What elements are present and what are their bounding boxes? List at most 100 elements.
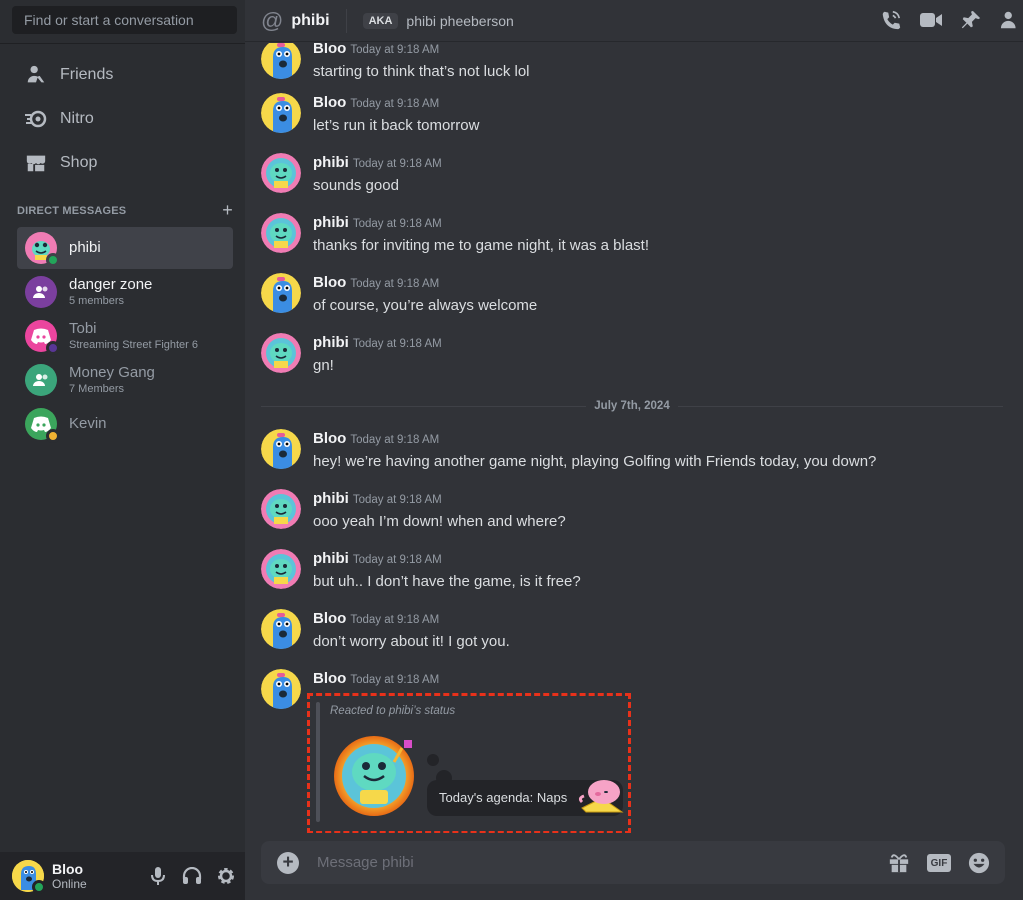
- shop-icon: [24, 151, 48, 175]
- avatar[interactable]: [261, 549, 301, 589]
- avatar[interactable]: [261, 489, 301, 529]
- phibi-status-avatar[interactable]: [332, 728, 422, 818]
- nav-shop[interactable]: Shop: [16, 142, 233, 184]
- message-content: let’s run it back tomorrow: [313, 116, 480, 134]
- app-window: Find or start a conversation Friends Nit…: [0, 0, 1023, 900]
- avatar[interactable]: [261, 609, 301, 649]
- aka-badge: AKA: [362, 12, 399, 29]
- message-input[interactable]: Message phibi: [317, 854, 414, 871]
- channel-name: phibi: [291, 11, 330, 29]
- message-content: sounds good: [313, 176, 399, 194]
- message-author[interactable]: Bloo: [313, 670, 346, 687]
- message-timestamp: Today at 9:18 AM: [350, 674, 440, 686]
- reaction-label: Reacted to phibi’s status: [330, 705, 456, 717]
- upload-plus-icon[interactable]: +: [277, 851, 299, 874]
- message-author[interactable]: Bloo: [313, 610, 346, 627]
- dm-subtitle: 5 members: [69, 295, 125, 308]
- custom-status-text: Today's agenda: Naps: [439, 790, 568, 805]
- message-content: but uh.. I don’t have the game, is it fr…: [313, 572, 581, 590]
- avatar[interactable]: [261, 273, 301, 313]
- message-row[interactable]: Bloo Today at 9:18 AM hey! we’re having an…: [261, 429, 876, 471]
- microphone-icon[interactable]: [147, 865, 169, 887]
- online-status-dot: [32, 880, 46, 894]
- avatar[interactable]: [261, 669, 301, 709]
- message-content: don’t worry about it! I got you.: [313, 632, 510, 650]
- message-author[interactable]: Bloo: [313, 94, 346, 111]
- message-timestamp: Today at 9:18 AM: [352, 218, 442, 230]
- emoji-smile-icon[interactable]: [967, 851, 991, 875]
- headphones-icon[interactable]: [181, 865, 203, 887]
- video-call-icon[interactable]: [919, 8, 943, 32]
- group-avatar: [25, 276, 57, 308]
- nav-friends[interactable]: Friends: [16, 54, 233, 96]
- reply-bar: [316, 702, 320, 822]
- message-author[interactable]: phibi: [313, 154, 349, 171]
- avatar[interactable]: [261, 213, 301, 253]
- message-author[interactable]: Bloo: [313, 430, 346, 447]
- message-timestamp: Today at 9:18 AM: [350, 44, 440, 56]
- message-row[interactable]: phibi Today at 9:18 AM gn!: [261, 333, 442, 375]
- avatar[interactable]: [261, 43, 301, 79]
- pin-icon[interactable]: [959, 8, 983, 32]
- avatar: [25, 408, 60, 443]
- user-status: Online: [52, 877, 87, 891]
- message-author[interactable]: phibi: [313, 550, 349, 567]
- message-row[interactable]: phibi Today at 9:18 AM sounds good: [261, 153, 442, 195]
- message-content: gn!: [313, 356, 334, 374]
- message-row[interactable]: Bloo Today at 9:18 AM starting to think th…: [261, 43, 530, 81]
- channel-header: @ phibi AKA phibi pheeberson: [245, 0, 1023, 42]
- aka-name: phibi pheeberson: [406, 12, 514, 29]
- user-avatar[interactable]: [12, 860, 46, 894]
- message-timestamp: Today at 9:18 AM: [352, 494, 442, 506]
- dm-name: danger zone: [69, 276, 153, 294]
- dm-name: Tobi: [69, 320, 97, 338]
- dm-item-tobi[interactable]: Tobi Streaming Street Fighter 6: [17, 315, 233, 357]
- message-timestamp: Today at 9:18 AM: [352, 554, 442, 566]
- message-content: thanks for inviting me to game night, it…: [313, 236, 649, 254]
- dm-item-danger-zone[interactable]: danger zone 5 members: [17, 271, 233, 313]
- avatar[interactable]: [261, 153, 301, 193]
- kirby-emoji-icon: [576, 774, 628, 816]
- dm-section-header: DIRECT MESSAGES +: [17, 200, 233, 221]
- gift-icon[interactable]: [887, 851, 911, 875]
- message-content: starting to think that’s not luck lol: [313, 62, 530, 80]
- message-row[interactable]: Bloo Today at 9:18 AM of course, you’re al…: [261, 273, 537, 315]
- message-author[interactable]: phibi: [313, 214, 349, 231]
- message-author[interactable]: phibi: [313, 490, 349, 507]
- thought-bubble-dot: [427, 754, 439, 766]
- dm-item-money-gang[interactable]: Money Gang 7 Members: [17, 359, 233, 401]
- create-dm-plus-icon[interactable]: +: [222, 200, 233, 221]
- search-bar-container: Find or start a conversation: [0, 0, 245, 44]
- message-timestamp: Today at 9:18 AM: [352, 158, 442, 170]
- nav-nitro[interactable]: Nitro: [16, 98, 233, 140]
- message-row[interactable]: phibi Today at 9:18 AM but uh.. I don’t ha…: [261, 549, 581, 591]
- message-timestamp: Today at 9:18 AM: [350, 614, 440, 626]
- message-row[interactable]: phibi Today at 9:18 AM thanks for inviting…: [261, 213, 649, 255]
- message-timestamp: Today at 9:18 AM: [350, 278, 440, 290]
- at-sign-icon: @: [261, 7, 284, 33]
- add-friends-to-dm-icon[interactable]: [999, 8, 1023, 32]
- avatar[interactable]: [261, 333, 301, 373]
- online-status-dot: [46, 253, 60, 267]
- avatar[interactable]: [261, 429, 301, 469]
- message-content: hey! we’re having another game night, pl…: [313, 452, 877, 470]
- avatar[interactable]: [261, 93, 301, 133]
- message-author[interactable]: Bloo: [313, 274, 346, 291]
- message-row[interactable]: Bloo Today at 9:18 AM let’s run it back to…: [261, 93, 479, 135]
- voice-call-icon[interactable]: [879, 8, 903, 32]
- message-author[interactable]: Bloo: [313, 43, 346, 57]
- message-author[interactable]: phibi: [313, 334, 349, 351]
- search-input[interactable]: Find or start a conversation: [12, 6, 237, 34]
- nav-friends-label: Friends: [60, 66, 114, 83]
- message-composer[interactable]: + Message phibi GIF: [261, 841, 1005, 884]
- message-list: Bloo Today at 9:18 AM starting to think th…: [245, 43, 1023, 833]
- gif-button[interactable]: GIF: [927, 854, 951, 872]
- dm-item-phibi[interactable]: phibi: [17, 227, 233, 269]
- dm-item-kevin[interactable]: Kevin: [17, 403, 233, 445]
- group-avatar: [25, 364, 57, 396]
- message-row[interactable]: Bloo Today at 9:18 AM don’t worry about it…: [261, 609, 510, 651]
- settings-gear-icon[interactable]: [215, 865, 237, 887]
- friends-icon: [24, 63, 48, 87]
- nav-nitro-label: Nitro: [60, 110, 94, 127]
- message-row[interactable]: phibi Today at 9:18 AM ooo yeah I’m down! …: [261, 489, 566, 531]
